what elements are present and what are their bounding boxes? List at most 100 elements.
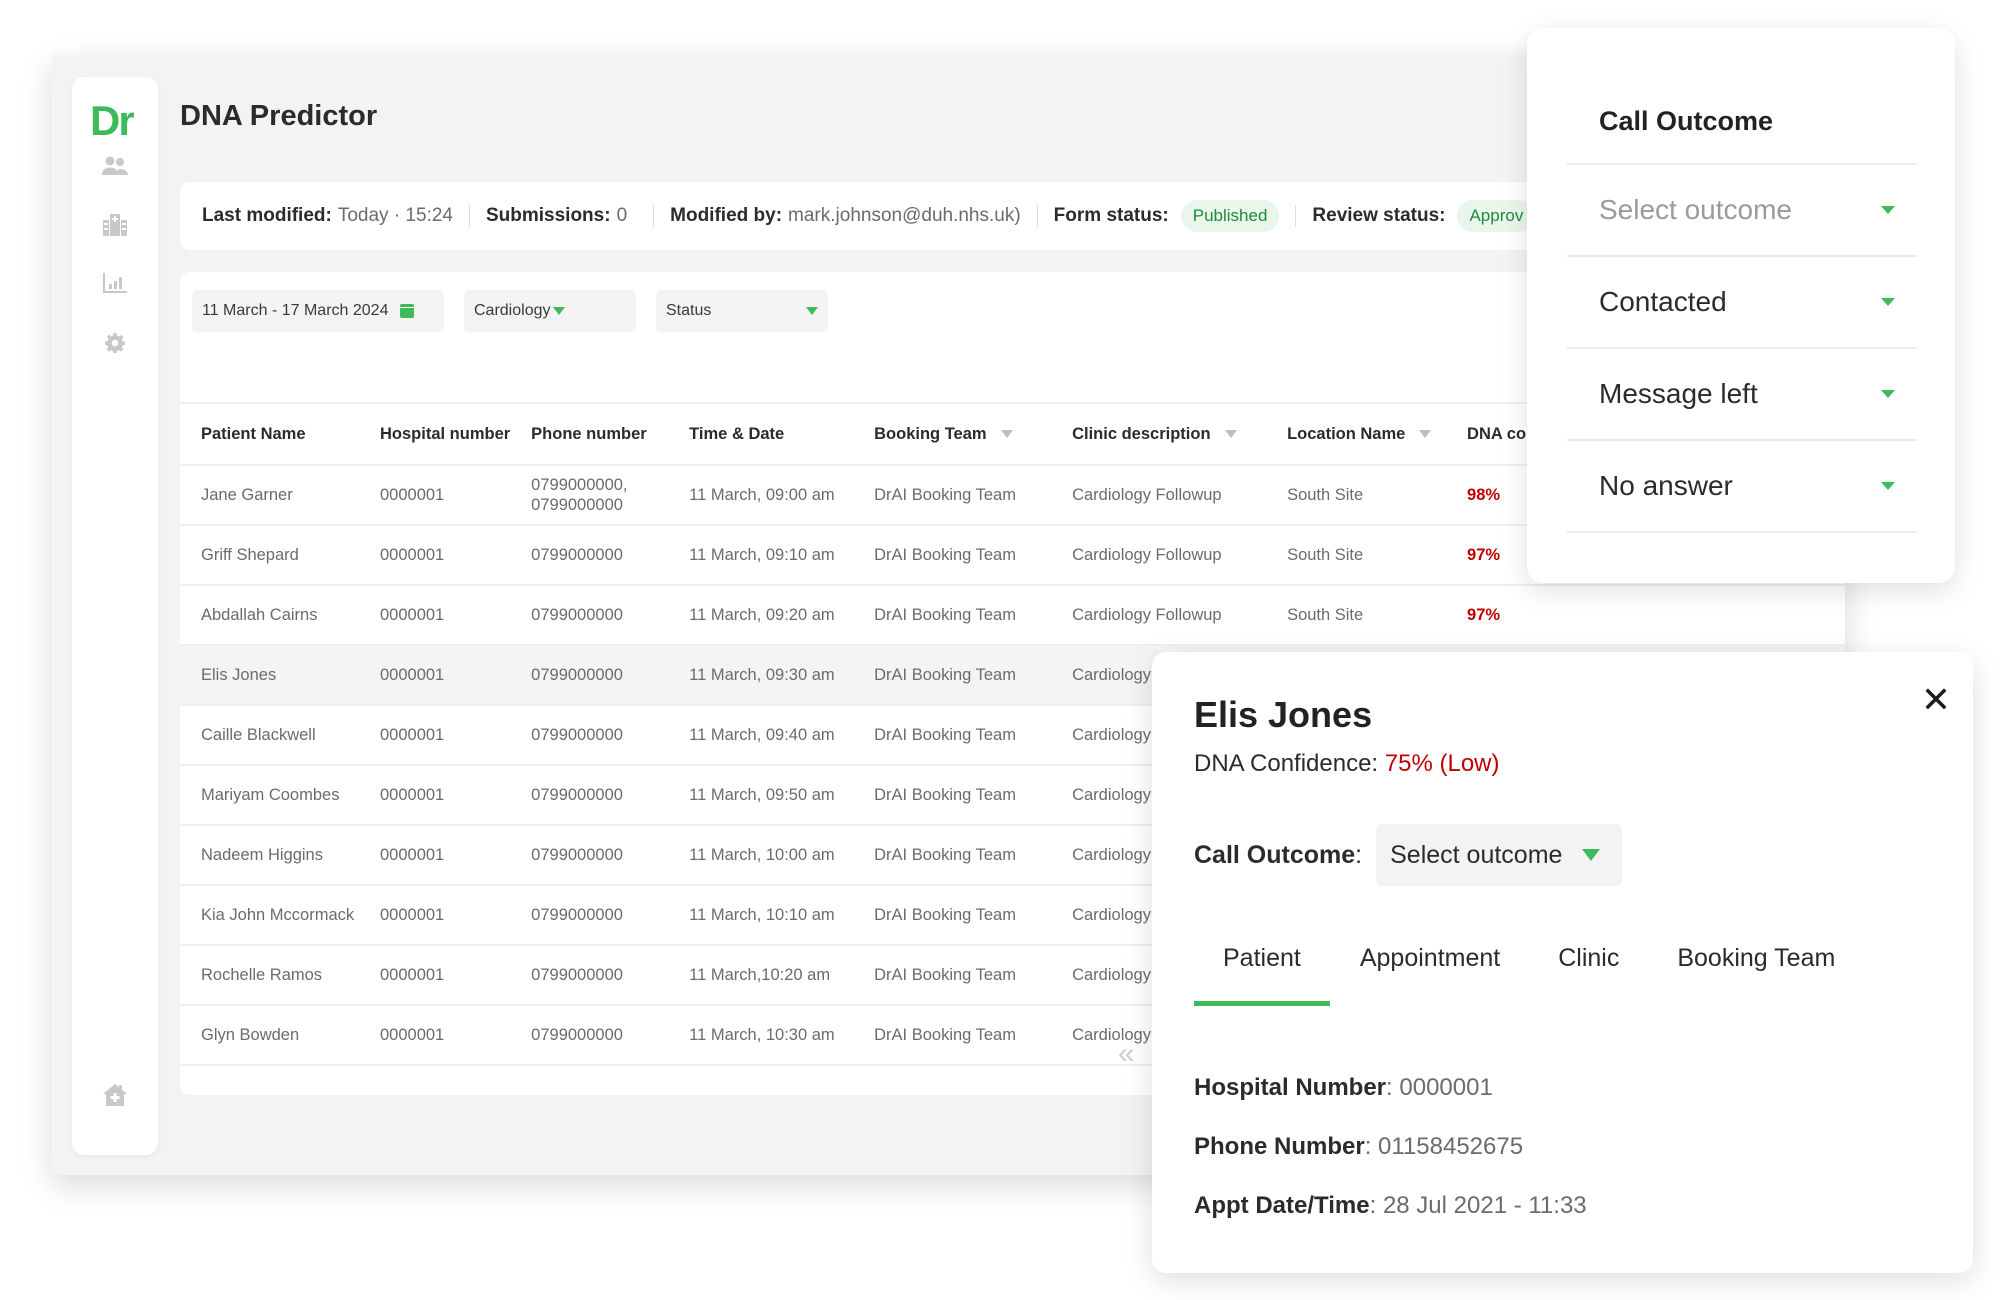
phone-number-cell: 0799000000 — [510, 825, 669, 886]
phone-primary: 0799000000 — [531, 1026, 623, 1044]
form-status-badge: Published — [1180, 200, 1280, 232]
call-outcome-label-text: Call Outcome — [1194, 840, 1356, 869]
phone-number-cell: 0799000000 — [510, 885, 669, 946]
column-header-phone-number[interactable]: Phone number — [510, 402, 669, 466]
first-page-button[interactable]: « — [1118, 1037, 1135, 1071]
time-date-cell: 11 March,10:20 am — [668, 945, 854, 1006]
call-outcome-dropdown: Call Outcome Select outcome Contacted Me… — [1527, 28, 1955, 583]
phone-number-cell: 0799000000 — [510, 525, 669, 586]
bar-chart-icon[interactable] — [100, 270, 130, 296]
column-header-location-name[interactable]: Location Name — [1266, 402, 1447, 466]
form-status-label: Form status: — [1053, 205, 1169, 226]
phone-primary: 0799000000 — [531, 786, 623, 804]
sort-icon[interactable] — [1000, 430, 1013, 438]
tab-appointment[interactable]: Appointment — [1332, 944, 1528, 1006]
chevron-down-icon — [1881, 298, 1895, 306]
patient-name-cell: Elis Jones — [180, 645, 359, 706]
time-date-cell: 11 March, 10:10 am — [668, 885, 854, 946]
patient-name-heading: Elis Jones — [1194, 694, 1373, 735]
phone-number-field: Phone Number: 01158452675 — [1194, 1133, 1524, 1160]
column-header-booking-team[interactable]: Booking Team — [853, 402, 1052, 466]
booking-team-cell: DrAI Booking Team — [853, 945, 1052, 1006]
last-modified: Last modified: Today · 15:24 — [202, 205, 453, 227]
phone-number-cell: 0799000000 — [510, 945, 669, 1006]
hospital-number-cell: 0000001 — [358, 705, 511, 766]
chevron-down-icon — [1881, 390, 1895, 398]
form-info-bar: Last modified: Today · 15:24 Submissions… — [180, 182, 1580, 250]
field-label: Phone Number — [1194, 1133, 1365, 1160]
column-label: Clinic description — [1072, 424, 1211, 443]
phone-primary: 0799000000 — [531, 966, 623, 984]
modified-by-value: mark.johnson@duh.nhs.uk) — [788, 205, 1021, 226]
clinic-filter[interactable]: Cardiology — [464, 290, 636, 332]
date-range-filter[interactable]: 11 March - 17 March 2024 — [192, 290, 444, 332]
booking-team-cell: DrAI Booking Team — [853, 765, 1052, 826]
patient-name-cell: Kia John Mccormack — [180, 885, 359, 946]
time-date-cell: 11 March, 09:30 am — [668, 645, 854, 706]
sort-icon[interactable] — [1419, 430, 1432, 438]
dna-confidence-label: DNA Confidence: — [1194, 750, 1379, 777]
outcome-option-select[interactable]: Select outcome — [1567, 165, 1917, 257]
option-label: Message left — [1599, 378, 1758, 409]
column-header-clinic-description[interactable]: Clinic description — [1051, 402, 1267, 466]
users-icon[interactable] — [100, 153, 130, 179]
outcome-option-no-answer[interactable]: No answer — [1567, 441, 1917, 533]
column-label: Booking Team — [874, 424, 987, 443]
field-label: Hospital Number — [1194, 1074, 1387, 1101]
hospital-number-cell: 0000001 — [358, 1005, 511, 1066]
phone-number-cell: 0799000000 — [510, 765, 669, 826]
status-filter[interactable]: Status — [656, 290, 828, 332]
outcome-option-contacted[interactable]: Contacted — [1567, 257, 1917, 349]
divider — [1036, 205, 1038, 227]
dna-confidence: DNA Confidence: 75% (Low) — [1194, 750, 1500, 778]
tab-booking-team[interactable]: Booking Team — [1649, 944, 1863, 1006]
location-name-cell: South Site — [1266, 585, 1447, 646]
time-date-cell: 11 March, 09:20 am — [668, 585, 854, 646]
call-outcome-cell — [1604, 585, 1845, 646]
review-status: Review status: Approv — [1312, 200, 1536, 232]
hospital-icon[interactable] — [100, 212, 130, 238]
patient-name-cell: Jane Garner — [180, 465, 359, 526]
patient-name-cell: Glyn Bowden — [180, 1005, 359, 1066]
call-outcome-select[interactable]: Select outcome — [1376, 824, 1623, 886]
modified-by-label: Modified by: — [670, 205, 783, 226]
column-header-hospital-number[interactable]: Hospital number — [358, 402, 511, 466]
tab-clinic[interactable]: Clinic — [1530, 944, 1647, 1006]
option-label: Contacted — [1599, 286, 1727, 317]
modified-by: Modified by: mark.johnson@duh.nhs.uk) — [670, 205, 1021, 227]
phone-primary: 0799000000 — [531, 606, 623, 624]
clinic-description-cell: Cardiology Followup — [1051, 525, 1267, 586]
home-medical-icon[interactable] — [100, 1082, 130, 1108]
sort-icon[interactable] — [1224, 430, 1237, 438]
time-date-cell: 11 March, 09:00 am — [668, 465, 854, 526]
hospital-number-cell: 0000001 — [358, 945, 511, 1006]
booking-team-cell: DrAI Booking Team — [853, 825, 1052, 886]
divider — [1295, 205, 1297, 227]
column-header-time-date[interactable]: Time & Date — [668, 402, 854, 466]
close-icon[interactable]: ✕ — [1921, 682, 1951, 718]
patient-name-cell: Nadeem Higgins — [180, 825, 359, 886]
booking-team-cell: DrAI Booking Team — [853, 1005, 1052, 1066]
phone-primary: 0799000000 — [531, 906, 623, 924]
table-row[interactable]: Abdallah Cairns 0000001 0799000000 11 March… — [180, 585, 1845, 646]
patient-name-cell: Abdallah Cairns — [180, 585, 359, 646]
chevron-down-icon — [1881, 206, 1895, 214]
submissions-value: 0 — [616, 205, 628, 226]
patient-name-cell: Griff Shepard — [180, 525, 359, 586]
tab-patient[interactable]: Patient — [1194, 944, 1330, 1006]
time-date-cell: 11 March, 10:30 am — [668, 1005, 854, 1066]
phone-number-cell: 0799000000, 0799000000 — [510, 465, 669, 526]
filters-bar: 11 March - 17 March 2024 Cardiology Stat… — [192, 290, 828, 332]
outcome-options-list: Select outcome Contacted Message left No… — [1567, 163, 1917, 533]
gear-icon[interactable] — [100, 330, 130, 356]
column-header-patient-name[interactable]: Patient Name — [180, 402, 359, 466]
page-title: DNA Predictor — [180, 100, 378, 132]
app-logo[interactable]: Dr — [90, 97, 135, 145]
outcome-option-message-left[interactable]: Message left — [1567, 349, 1917, 441]
hospital-number-cell: 0000001 — [358, 465, 511, 526]
patient-name-cell: Caille Blackwell — [180, 705, 359, 766]
booking-team-cell: DrAI Booking Team — [853, 525, 1052, 586]
call-outcome-value: Select outcome — [1390, 840, 1563, 869]
patient-name-cell: Rochelle Ramos — [180, 945, 359, 1006]
clinic-filter-value: Cardiology — [474, 302, 551, 319]
